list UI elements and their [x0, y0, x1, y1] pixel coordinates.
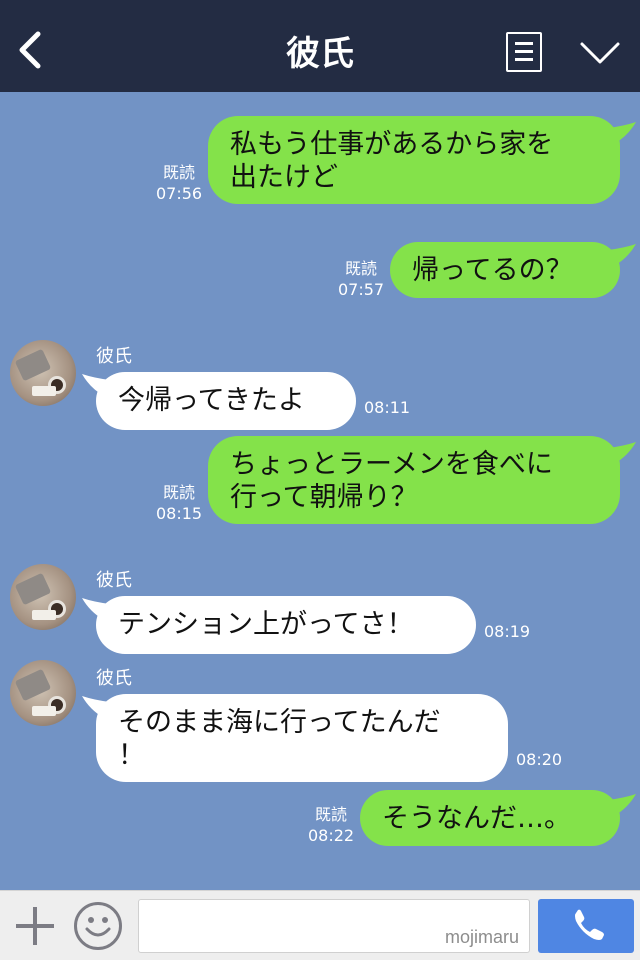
menu-button[interactable]	[506, 32, 542, 72]
avatar[interactable]	[10, 660, 76, 726]
message-bubble-received[interactable]: テンション上がってさ！	[96, 596, 476, 654]
message-bubble-sent[interactable]: そうなんだ…。	[360, 790, 620, 846]
chat-area[interactable]: 既読 07:56 私もう仕事があるから家を 出たけど 既読 07:57 帰ってるの？…	[0, 92, 640, 890]
chevron-down-icon	[580, 42, 620, 64]
read-receipt: 既読 08:22	[308, 805, 355, 845]
add-button[interactable]	[14, 905, 56, 947]
message-time: 08:11	[364, 398, 411, 417]
message-bubble-sent[interactable]: 私もう仕事があるから家を 出たけど	[208, 116, 620, 204]
message-time: 08:19	[484, 622, 531, 641]
message-bubble-sent[interactable]: 帰ってるの？	[390, 242, 620, 298]
avatar[interactable]	[10, 564, 76, 630]
collapse-button[interactable]	[578, 38, 622, 68]
sender-name: 彼氏	[96, 668, 132, 689]
message-bubble-received[interactable]: そのまま海に行ってたんだ ！	[96, 694, 508, 782]
chat-header: 彼氏	[0, 0, 640, 92]
read-receipt: 既読 07:56	[156, 163, 203, 203]
smiley-icon	[85, 917, 111, 937]
call-button[interactable]	[538, 899, 634, 953]
input-bar: mojimaru	[0, 890, 640, 960]
sender-name: 彼氏	[96, 346, 132, 367]
sender-name: 彼氏	[96, 570, 132, 591]
phone-icon	[575, 909, 604, 940]
emoji-button[interactable]	[74, 902, 122, 950]
avatar[interactable]	[10, 340, 76, 406]
message-input[interactable]: mojimaru	[138, 899, 530, 953]
message-bubble-received[interactable]: 今帰ってきたよ	[96, 372, 356, 430]
watermark-text: mojimaru	[444, 927, 519, 947]
read-receipt: 既読 08:15	[156, 483, 203, 523]
chat-title: 彼氏	[286, 34, 354, 74]
message-time: 08:20	[516, 750, 563, 769]
message-bubble-sent[interactable]: ちょっとラーメンを食べに 行って朝帰り？	[208, 436, 620, 524]
read-receipt: 既読 07:57	[338, 259, 385, 299]
